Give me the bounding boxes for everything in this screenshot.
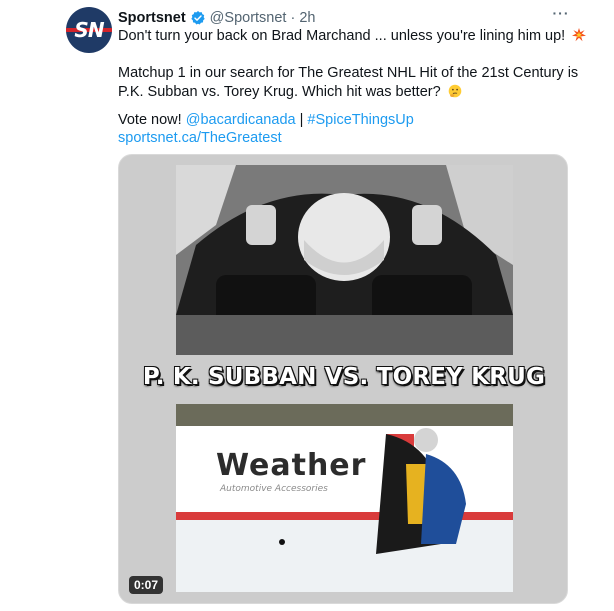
tweet[interactable]: SN Sportsnet @Sportsnet · 2h ··· Don't t… bbox=[0, 0, 614, 611]
video-player[interactable]: P. K. SUBBAN VS. TOREY KRUG Weather Auto… bbox=[118, 154, 568, 604]
tweet-line-1: Don't turn your back on Brad Marchand ..… bbox=[118, 28, 566, 44]
url-link[interactable]: sportsnet.ca/TheGreatest bbox=[118, 129, 282, 148]
video-duration: 0:07 bbox=[129, 576, 164, 594]
mention-link[interactable]: @bacardicanada bbox=[186, 112, 296, 128]
krug-hit-photo: Weather Automotive Accessories bbox=[176, 404, 513, 592]
collision-emoji-icon bbox=[572, 28, 587, 42]
tweet-text-line-1: Don't turn your back on Brad Marchand ..… bbox=[118, 27, 587, 46]
timestamp[interactable]: 2h bbox=[299, 10, 315, 26]
tweet-header: Sportsnet @Sportsnet · 2h bbox=[118, 8, 315, 28]
subban-photo bbox=[176, 165, 513, 355]
tweet-text-line-3: P.K. Subban vs. Torey Krug. Which hit wa… bbox=[118, 83, 462, 102]
sportsnet-logo: SN bbox=[74, 18, 104, 42]
author-name[interactable]: Sportsnet bbox=[118, 10, 186, 26]
hit-on-ice-image bbox=[176, 404, 513, 592]
separator-dot: · bbox=[290, 10, 296, 26]
pipe-separator: | bbox=[299, 112, 304, 128]
vote-now-text: Vote now! bbox=[118, 112, 182, 128]
tweet-line-4: Vote now! @bacardicanada | #SpiceThingsU… bbox=[118, 111, 414, 130]
tweet-line-2: Matchup 1 in our search for The Greatest… bbox=[118, 65, 579, 81]
hashtag-link[interactable]: #SpiceThingsUp bbox=[307, 112, 413, 128]
board-ad-subtext: Automotive Accessories bbox=[220, 484, 328, 494]
board-ad-text: Weather bbox=[216, 448, 367, 483]
thinking-face-emoji-icon bbox=[448, 84, 462, 98]
player-bench-image bbox=[176, 165, 513, 355]
avatar[interactable]: SN bbox=[66, 7, 112, 53]
verified-badge-icon bbox=[191, 11, 205, 25]
author-handle[interactable]: @Sportsnet bbox=[210, 10, 287, 26]
more-options-icon[interactable]: ··· bbox=[551, 6, 571, 22]
matchup-headline: P. K. SUBBAN VS. TOREY KRUG bbox=[142, 364, 546, 390]
tweet-line-3: P.K. Subban vs. Torey Krug. Which hit wa… bbox=[118, 84, 441, 100]
